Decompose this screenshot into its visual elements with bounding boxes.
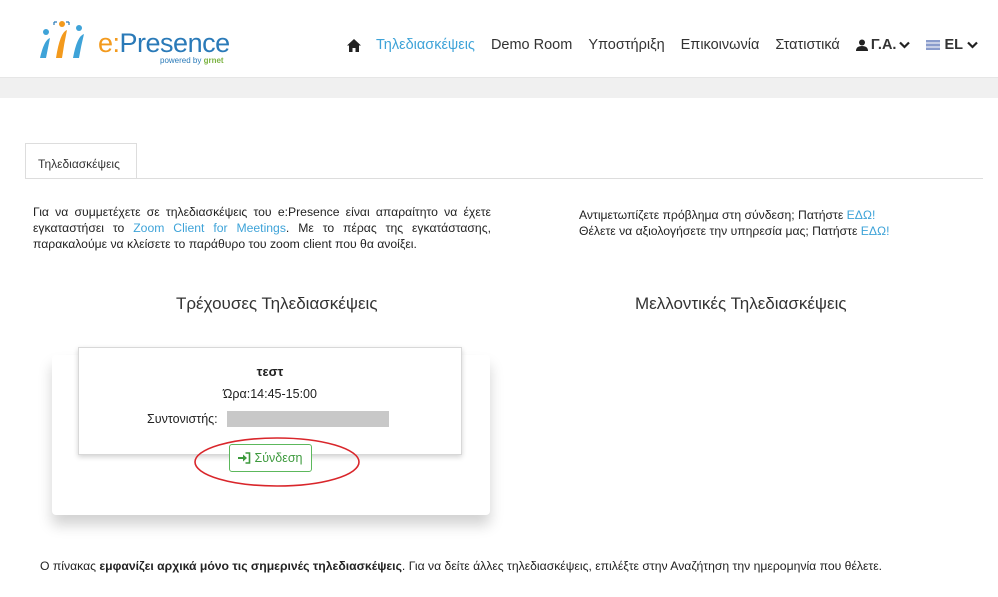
nav-item-demo-room[interactable]: Demo Room (491, 37, 572, 53)
main-nav: Τηλεδιασκέψεις Demo Room Υποστήριξη Επικ… (346, 34, 978, 56)
user-initials: Γ.Α. (870, 37, 897, 53)
zoom-client-link[interactable]: Zoom Client for Meetings (133, 221, 286, 235)
join-button[interactable]: Σύνδεση (229, 444, 312, 472)
greek-flag-icon (926, 40, 941, 50)
language-menu[interactable]: EL (926, 37, 978, 53)
nav-item-support[interactable]: Υποστήριξη (588, 37, 664, 53)
coordinator-name-redacted (227, 411, 389, 427)
chevron-down-icon (967, 41, 978, 49)
nav-item-statistics[interactable]: Στατιστικά (775, 37, 839, 53)
meeting-card: τεστ Ώρα:14:45-15:00 Συντονιστής: (78, 347, 462, 455)
connection-problem-link[interactable]: ΕΔΩ! (847, 208, 876, 222)
help-links: Αντιμετωπίζετε πρόβλημα στη σύνδεση; Πατ… (579, 208, 890, 238)
sign-in-icon (238, 452, 251, 464)
current-meetings-title: Τρέχουσες Τηλεδιασκέψεις (176, 294, 378, 313)
meeting-name: τεστ (256, 364, 284, 379)
chevron-down-icon (899, 41, 911, 49)
meeting-time: Ώρα:14:45-15:00 (223, 387, 317, 401)
user-menu[interactable]: Γ.Α. (855, 37, 911, 53)
rate-service-link[interactable]: ΕΔΩ! (861, 224, 890, 238)
people-logo-icon (40, 21, 84, 58)
logo-wordmark: e:Presence (98, 28, 230, 58)
nav-item-contact[interactable]: Επικοινωνία (681, 37, 760, 53)
search-bar-strip (0, 78, 998, 98)
language-label: EL (944, 37, 963, 53)
tab-divider (25, 178, 983, 179)
epresence-logo[interactable]: e:Presence powered by grnet (36, 18, 230, 65)
join-button-label: Σύνδεση (254, 451, 303, 465)
future-meetings-title: Μελλοντικές Τηλεδιασκέψεις (635, 294, 847, 313)
coordinator-label: Συντονιστής: (147, 412, 218, 426)
logo-powered-by: powered by grnet (160, 56, 224, 65)
user-icon (855, 39, 868, 51)
zoom-client-instructions: Για να συμμετέχετε σε τηλεδιασκέψεις του… (33, 205, 491, 251)
home-icon[interactable] (346, 38, 362, 53)
table-hint-text: Ο πίνακας εμφανίζει αρχικά μόνο τις σημε… (40, 559, 883, 573)
tab-teleconferences[interactable]: Τηλεδιασκέψεις (25, 143, 137, 179)
nav-item-teleconferences[interactable]: Τηλεδιασκέψεις (376, 37, 475, 53)
top-navbar: e:Presence powered by grnet Τηλεδιασκέψε… (0, 0, 998, 78)
